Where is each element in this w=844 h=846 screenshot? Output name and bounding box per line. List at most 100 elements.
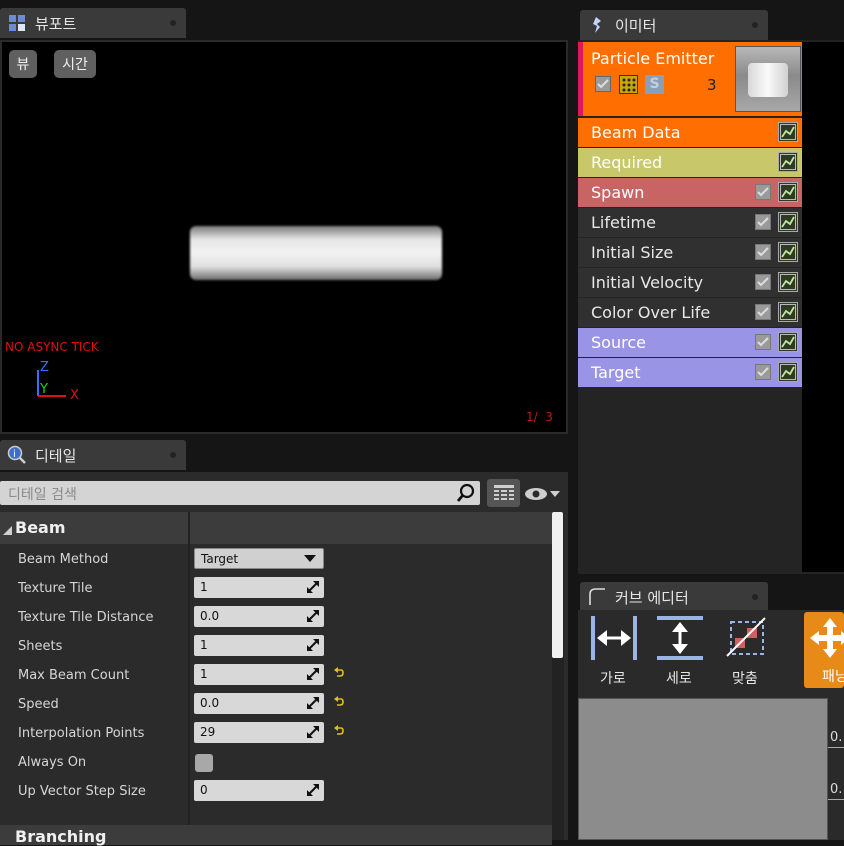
reset-to-default-icon[interactable] xyxy=(334,725,344,740)
curve-graph-icon[interactable] xyxy=(778,332,798,352)
details-scrollbar-track[interactable] xyxy=(552,512,564,840)
module-row[interactable]: Lifetime xyxy=(578,208,802,237)
property-dropdown[interactable]: Target xyxy=(194,548,324,569)
curve-graph-icon[interactable] xyxy=(778,302,798,322)
particle-counter: 1/ 3 xyxy=(526,410,553,424)
module-row[interactable]: Spawn xyxy=(578,178,802,207)
reset-to-default-icon[interactable] xyxy=(334,696,344,711)
module-enable-checkbox[interactable] xyxy=(755,274,771,290)
module-enable-checkbox[interactable] xyxy=(755,364,771,380)
module-label: Initial Size xyxy=(591,243,674,262)
module-label: Beam Data xyxy=(591,123,681,142)
property-number-field[interactable]: 1 xyxy=(194,577,324,598)
curve-graph-icon[interactable] xyxy=(778,212,798,232)
curve-graph-icon[interactable] xyxy=(778,272,798,292)
drag-arrows-icon xyxy=(307,668,319,680)
reset-to-default-icon[interactable] xyxy=(334,667,344,682)
tab-viewport[interactable]: 뷰포트 xyxy=(0,8,186,38)
module-enable-checkbox[interactable] xyxy=(755,184,771,200)
curve-graph-area[interactable] xyxy=(578,698,828,840)
module-label: Initial Velocity xyxy=(591,273,704,292)
drag-arrows-icon xyxy=(307,581,319,593)
tab-close-dot[interactable] xyxy=(170,452,176,458)
property-row: Max Beam Count 1 xyxy=(0,661,552,690)
field-value: 0 xyxy=(200,783,208,797)
tab-emitters[interactable]: 이미터 xyxy=(580,10,768,40)
view-button[interactable]: 뷰 xyxy=(9,50,37,78)
axis-tick-label: 0. xyxy=(830,730,843,745)
module-enable-checkbox[interactable] xyxy=(755,244,771,260)
property-number-field[interactable]: 0 xyxy=(194,780,324,801)
property-checkbox[interactable] xyxy=(195,754,213,772)
pan-arrows-icon xyxy=(810,618,844,658)
curve-graph-icon[interactable] xyxy=(778,182,798,202)
property-row: Always On xyxy=(0,748,552,777)
module-label: Target xyxy=(591,363,641,382)
details-search-input[interactable]: 디테일 검색 xyxy=(0,481,480,505)
solo-button[interactable]: S xyxy=(645,75,664,94)
axis-tick-label: 0. xyxy=(830,782,843,797)
details-scrollbar-thumb[interactable] xyxy=(552,512,563,658)
module-row[interactable]: Initial Velocity xyxy=(578,268,802,297)
fit-horizontal-label: 가로 xyxy=(600,671,626,687)
property-label: Speed xyxy=(18,697,59,712)
module-label: Spawn xyxy=(591,183,645,202)
property-row: Texture Tile Distance 0.0 xyxy=(0,603,552,632)
curve-graph-icon[interactable] xyxy=(778,362,798,382)
emitter-header[interactable]: Particle Emitter S 3 xyxy=(578,42,802,116)
curve-graph-icon[interactable] xyxy=(778,152,798,172)
fit-button[interactable]: 맞춤 xyxy=(718,614,778,690)
field-value: 0.0 xyxy=(200,609,220,623)
details-tab-label: 디테일 xyxy=(35,446,77,465)
fit-label: 맞춤 xyxy=(732,671,758,687)
drag-arrows-icon xyxy=(307,784,319,796)
property-number-field[interactable]: 0.0 xyxy=(194,606,324,627)
module-enable-checkbox[interactable] xyxy=(755,334,771,350)
property-number-field[interactable]: 29 xyxy=(194,722,324,743)
module-row[interactable]: Color Over Life xyxy=(578,298,802,327)
viewport-panel[interactable]: 뷰 시간 NO ASYNC TICK Z Y X 1/ 3 xyxy=(0,40,568,434)
emitter-enable-checkbox[interactable] xyxy=(595,76,611,92)
property-label: Always On xyxy=(18,755,87,770)
property-number-field[interactable]: 0.0 xyxy=(194,693,324,714)
emitter-icon xyxy=(587,15,607,35)
beam-section-title: Beam xyxy=(15,518,66,537)
property-row: Sheets 1 xyxy=(0,632,552,661)
property-row: Beam Method Target xyxy=(0,545,552,574)
property-row: Speed 0.0 xyxy=(0,690,552,719)
tab-details[interactable]: i 디테일 xyxy=(0,440,186,470)
viewport-grid-icon xyxy=(7,13,27,33)
property-matrix-button[interactable] xyxy=(487,479,520,507)
curve-graph-icon[interactable] xyxy=(778,242,798,262)
visibility-options-button[interactable] xyxy=(524,484,564,504)
module-enable-checkbox[interactable] xyxy=(755,214,771,230)
module-row[interactable]: Required xyxy=(578,148,802,177)
beam-section-header[interactable]: Beam xyxy=(0,512,552,544)
module-row[interactable]: Initial Size xyxy=(578,238,802,267)
emitter-thumbnail xyxy=(735,46,801,112)
property-number-field[interactable]: 1 xyxy=(194,664,324,685)
tab-close-dot[interactable] xyxy=(752,594,758,600)
property-number-field[interactable]: 1 xyxy=(194,635,324,656)
time-button[interactable]: 시간 xyxy=(54,50,96,78)
module-enable-checkbox[interactable] xyxy=(755,304,771,320)
module-row[interactable]: Beam Data xyxy=(578,118,802,147)
pan-mode-button[interactable]: 패닝 xyxy=(804,612,844,688)
tab-curve-editor[interactable]: 커브 에디터 xyxy=(580,582,768,612)
property-label: Texture Tile Distance xyxy=(18,610,154,625)
fit-horizontal-button[interactable]: 가로 xyxy=(586,614,646,690)
drag-arrows-icon xyxy=(307,697,319,709)
module-row[interactable]: Target xyxy=(578,358,802,387)
tab-close-dot[interactable] xyxy=(752,22,758,28)
curve-graph-icon[interactable] xyxy=(778,122,798,142)
curve-icon xyxy=(587,587,607,607)
tab-close-dot[interactable] xyxy=(170,20,176,26)
property-label: Up Vector Step Size xyxy=(18,784,146,799)
fit-vertical-button[interactable]: 세로 xyxy=(652,614,712,690)
emitter-name: Particle Emitter xyxy=(591,49,715,68)
branching-section-header[interactable]: Branching xyxy=(0,825,552,846)
property-label: Sheets xyxy=(18,639,63,654)
emitter-panel: Particle Emitter S 3 Beam Data Required Sp… xyxy=(578,40,844,574)
module-row[interactable]: Source xyxy=(578,328,802,357)
render-mode-icon[interactable] xyxy=(619,75,638,94)
